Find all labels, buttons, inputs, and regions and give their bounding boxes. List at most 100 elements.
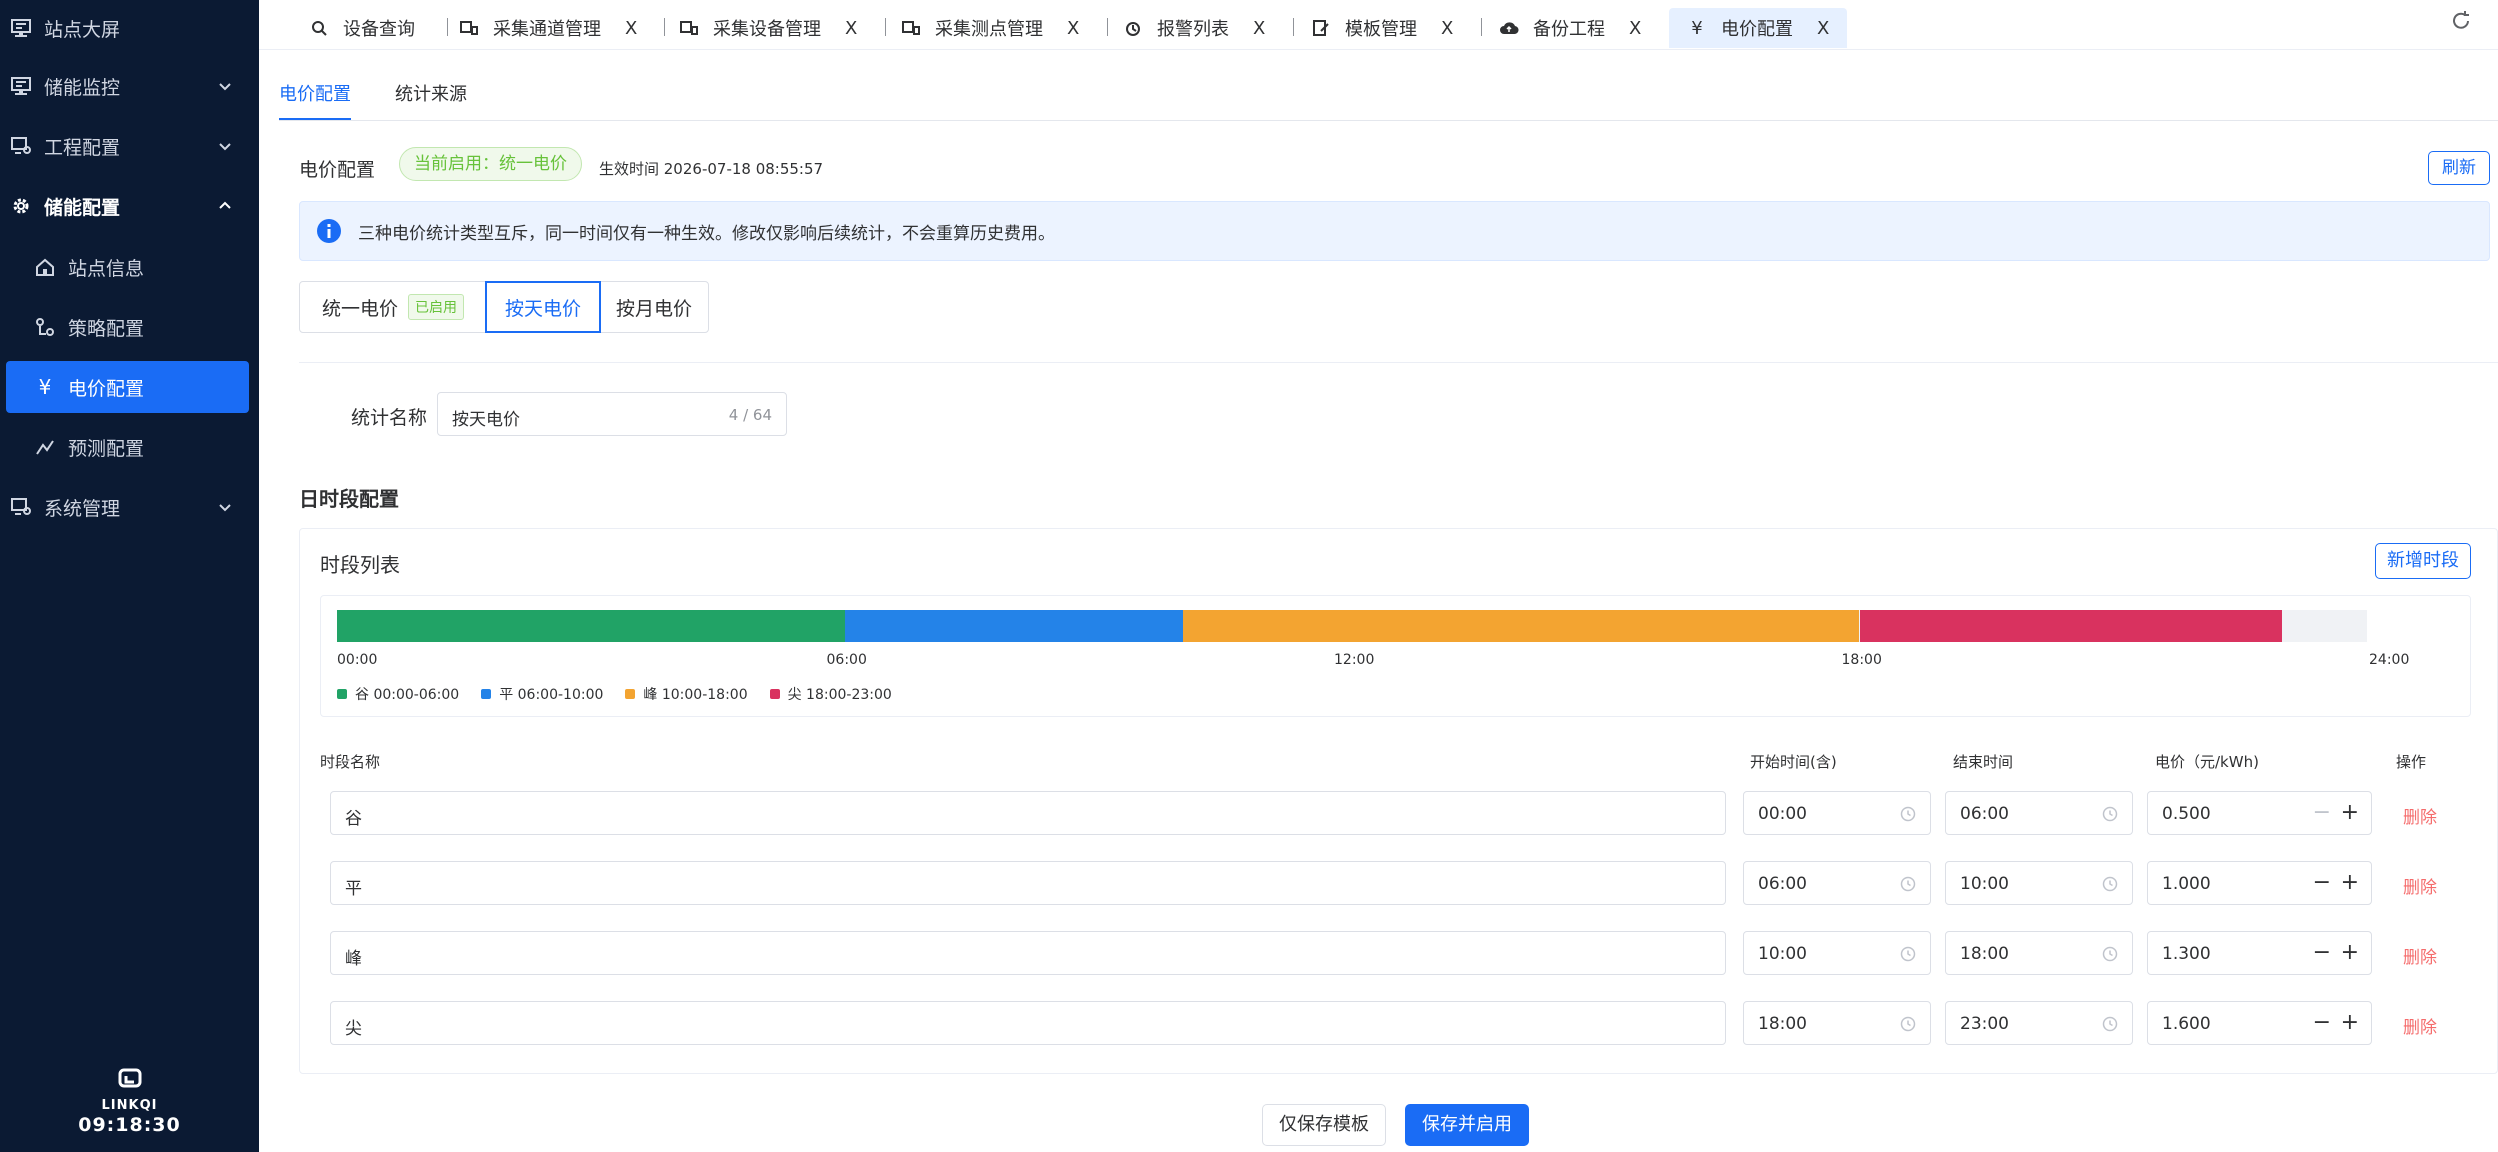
- minus-icon[interactable]: −: [2313, 800, 2331, 826]
- sidebar-item-site-info[interactable]: 站点信息: [0, 241, 259, 293]
- col-header-start: 开始时间(含): [1750, 753, 1837, 771]
- close-icon[interactable]: X: [1629, 18, 1641, 39]
- start-time-picker[interactable]: 00:00: [1743, 791, 1931, 835]
- sidebar-item-storage-config[interactable]: 储能配置: [0, 180, 259, 232]
- clock-icon: [2102, 1016, 2118, 1032]
- tab-channel-mgmt[interactable]: 采集通道管理 X: [459, 8, 637, 48]
- delete-button[interactable]: 删除: [2403, 803, 2437, 828]
- legend-label: 尖 18:00-23:00: [787, 687, 892, 703]
- segment-unified-price[interactable]: 统一电价 已启用: [299, 281, 487, 333]
- tab-label: 报警列表: [1157, 19, 1229, 40]
- plus-icon[interactable]: +: [2341, 1010, 2359, 1036]
- add-period-button[interactable]: 新增时段: [2375, 543, 2471, 579]
- stat-name-label: 统计名称: [351, 407, 428, 429]
- subtabs-divider: [279, 120, 2498, 121]
- table-row: 尖 18:00 23:00 1.600 − + 删除: [300, 1001, 2497, 1047]
- sidebar-item-screen[interactable]: 站点大屏: [0, 2, 259, 54]
- status-badge: 当前启用：统一电价: [399, 147, 582, 181]
- end-time-picker[interactable]: 10:00: [1945, 861, 2133, 905]
- plus-icon[interactable]: +: [2341, 940, 2359, 966]
- clock-icon: [2102, 806, 2118, 822]
- main-content: 电价配置 统计来源 电价配置 当前启用：统一电价 生效时间 2026-07-18…: [259, 50, 2498, 1152]
- legend-swatch: [769, 689, 780, 699]
- stat-name-value: 按天电价: [452, 410, 520, 430]
- brand: LINKQI 09:18:30: [0, 1068, 259, 1136]
- tab-device-query[interactable]: 设备查询: [309, 8, 415, 48]
- price-stepper[interactable]: 0.500 − +: [2147, 791, 2372, 835]
- sidebar-item-strategy[interactable]: 策略配置: [0, 301, 259, 353]
- save-and-enable-button[interactable]: 保存并启用: [1405, 1104, 1529, 1146]
- tab-alarm-list[interactable]: 报警列表 X: [1123, 8, 1265, 48]
- close-icon[interactable]: X: [1253, 18, 1265, 39]
- period-name-input[interactable]: 平: [330, 861, 1726, 905]
- minus-icon[interactable]: −: [2313, 940, 2331, 966]
- price-value: 1.000: [2162, 874, 2211, 894]
- segment-daily-price[interactable]: 按天电价: [485, 281, 601, 333]
- period-name-value: 平: [345, 879, 362, 899]
- save-template-button[interactable]: 仅保存模板: [1262, 1104, 1386, 1146]
- tab-price-config[interactable]: ¥ 电价配置 X: [1669, 8, 1848, 48]
- minus-icon[interactable]: −: [2313, 1010, 2331, 1036]
- col-header-action: 操作: [2396, 753, 2427, 771]
- delete-button[interactable]: 删除: [2403, 943, 2437, 968]
- price-stepper[interactable]: 1.600 − +: [2147, 1001, 2372, 1045]
- table-row: 谷 00:00 06:00 0.500 − + 删除: [300, 791, 2497, 837]
- legend-swatch: [481, 689, 492, 699]
- clock-icon: [1900, 1016, 1916, 1032]
- segment-monthly-price[interactable]: 按月电价: [599, 281, 709, 333]
- plus-icon[interactable]: +: [2341, 870, 2359, 896]
- edit-doc-icon: [1311, 18, 1331, 38]
- tab-separator: [885, 18, 886, 36]
- close-icon[interactable]: X: [1441, 18, 1453, 39]
- period-name-input[interactable]: 尖: [330, 1001, 1726, 1045]
- logo-icon: [118, 1068, 141, 1088]
- stat-name-input[interactable]: 按天电价 4 / 64: [437, 392, 787, 436]
- price-stepper[interactable]: 1.300 − +: [2147, 931, 2372, 975]
- subtab-price-config[interactable]: 电价配置: [279, 80, 351, 120]
- tab-point-mgmt[interactable]: 采集测点管理 X: [901, 8, 1079, 48]
- sidebar-item-label: 预测配置: [68, 437, 145, 460]
- subtab-stat-source[interactable]: 统计来源: [395, 80, 467, 120]
- timeline-legend: 谷 00:00-06:00 平 06:00-10:00 峰 10:00-18:00 尖…: [337, 684, 914, 704]
- end-time-picker[interactable]: 06:00: [1945, 791, 2133, 835]
- close-icon[interactable]: X: [1817, 18, 1829, 39]
- end-time-value: 06:00: [1960, 804, 2009, 824]
- tab-separator: [1293, 18, 1294, 36]
- sidebar-item-system[interactable]: 系统管理: [0, 481, 259, 533]
- price-stepper[interactable]: 1.000 − +: [2147, 861, 2372, 905]
- segment-label: 按月电价: [615, 297, 692, 320]
- delete-button[interactable]: 删除: [2403, 873, 2437, 898]
- sidebar-item-monitor[interactable]: 储能监控: [0, 60, 259, 112]
- device-icon: [679, 18, 699, 38]
- tab-device-mgmt[interactable]: 采集设备管理 X: [679, 8, 857, 48]
- sub-tabs: 电价配置 统计来源: [279, 80, 511, 120]
- sidebar-item-project[interactable]: 工程配置: [0, 120, 259, 172]
- tab-label: 设备查询: [343, 19, 415, 40]
- end-time-picker[interactable]: 18:00: [1945, 931, 2133, 975]
- sidebar-item-price-config[interactable]: ¥ 电价配置: [6, 361, 249, 413]
- period-name-input[interactable]: 谷: [330, 791, 1726, 835]
- sidebar-item-label: 储能监控: [44, 76, 121, 99]
- tab-template-mgmt[interactable]: 模板管理 X: [1311, 8, 1453, 48]
- end-time-picker[interactable]: 23:00: [1945, 1001, 2133, 1045]
- refresh-button[interactable]: 刷新: [2428, 151, 2490, 185]
- close-icon[interactable]: X: [1067, 18, 1079, 39]
- tab-backup-project[interactable]: 备份工程 X: [1499, 8, 1641, 48]
- close-icon[interactable]: X: [845, 18, 857, 39]
- reload-icon[interactable]: [2450, 10, 2472, 32]
- plus-icon[interactable]: +: [2341, 800, 2359, 826]
- close-icon[interactable]: X: [625, 18, 637, 39]
- timeline-tick-label: 18:00: [1841, 652, 1882, 668]
- delete-button[interactable]: 删除: [2403, 1013, 2437, 1038]
- tab-separator: [1107, 18, 1108, 36]
- end-time-value: 10:00: [1960, 874, 2009, 894]
- period-name-input[interactable]: 峰: [330, 931, 1726, 975]
- start-time-picker[interactable]: 10:00: [1743, 931, 1931, 975]
- sidebar-item-label: 储能配置: [44, 196, 121, 219]
- price-value: 1.600: [2162, 1014, 2211, 1034]
- sidebar-item-forecast[interactable]: 预测配置: [0, 421, 259, 473]
- minus-icon[interactable]: −: [2313, 870, 2331, 896]
- start-time-picker[interactable]: 18:00: [1743, 1001, 1931, 1045]
- alert-text: 三种电价统计类型互斥，同一时间仅有一种生效。修改仅影响后续统计，不会重算历史费用…: [358, 223, 1055, 244]
- start-time-picker[interactable]: 06:00: [1743, 861, 1931, 905]
